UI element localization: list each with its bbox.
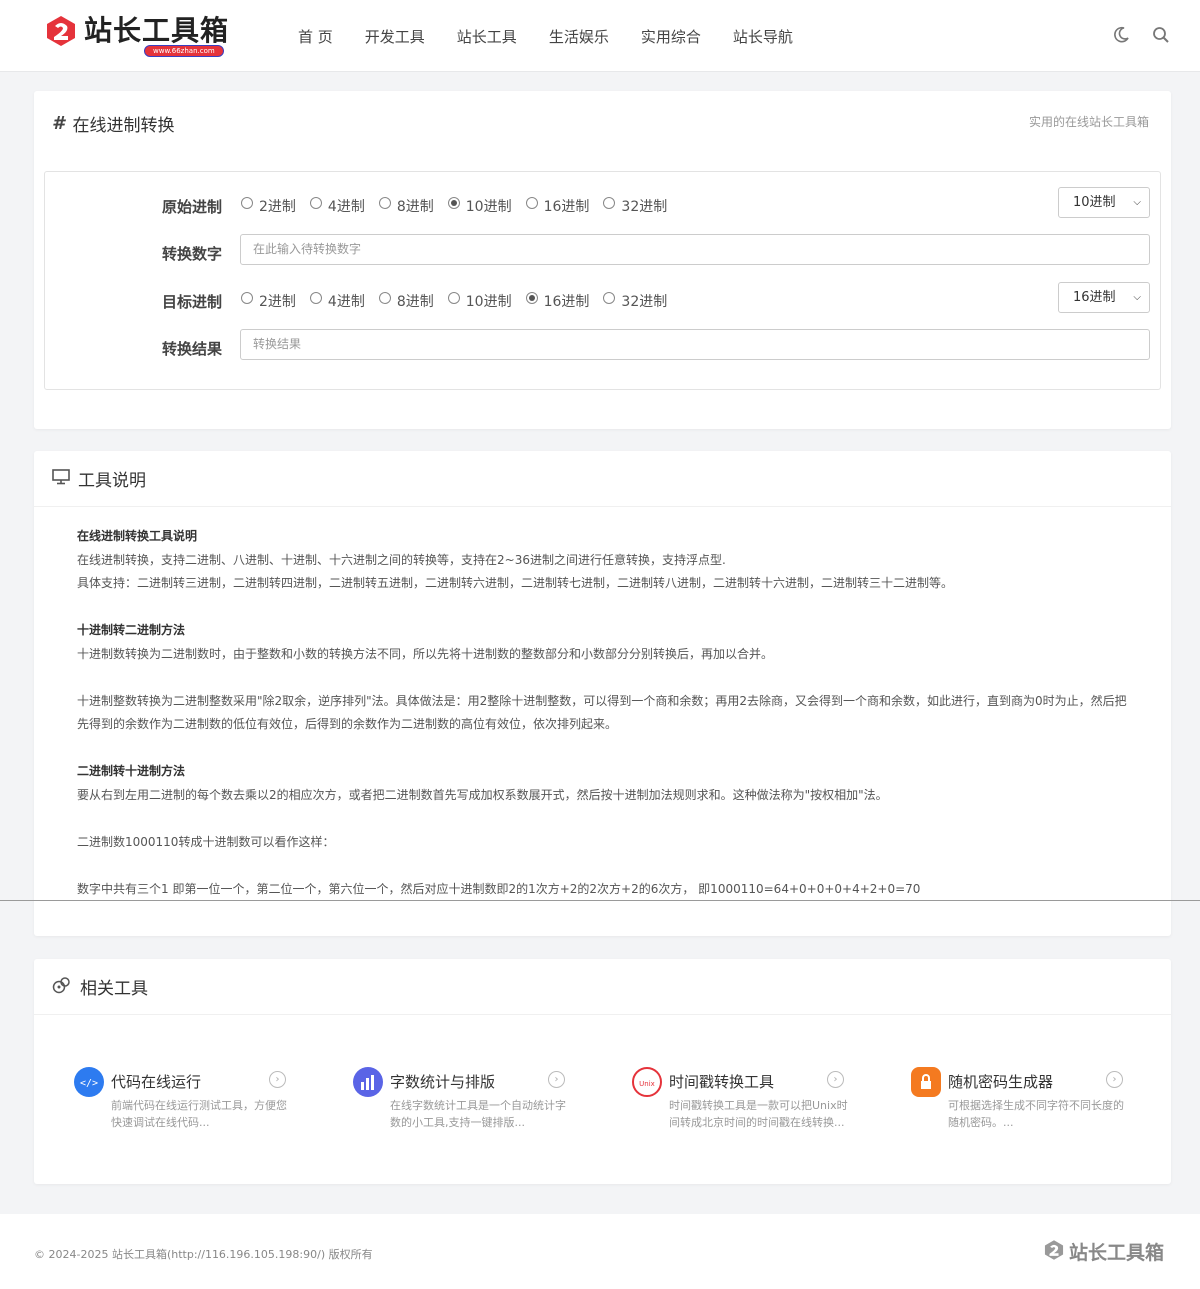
desc-heading-2: 十进制转二进制方法 xyxy=(77,623,186,637)
monitor-icon xyxy=(52,468,70,489)
source-base-radios: 2进制 4进制 8进制 10进制 16进制 32进制 xyxy=(241,196,681,216)
nav-home[interactable]: 首 页 xyxy=(298,26,333,47)
description-title: 工具说明 xyxy=(78,471,146,491)
related-title: 相关工具 xyxy=(80,979,148,999)
unix-clock-icon: Unix xyxy=(632,1067,662,1097)
result-output[interactable]: 转换结果 xyxy=(240,329,1150,360)
chevron-right-icon[interactable]: › xyxy=(548,1071,565,1088)
tool-timestamp[interactable]: Unix 时间戳转换工具 › 时间戳转换工具是一款可以把Unix时间转成北京时间… xyxy=(632,1067,911,1137)
divider-line xyxy=(0,900,1200,901)
tool-name[interactable]: 字数统计与排版 xyxy=(390,1071,495,1092)
tool-code-runner[interactable]: </> 代码在线运行 › 前端代码在线运行测试工具，方便您快速调试在线代码... xyxy=(74,1067,353,1137)
target-base-label: 目标进制 xyxy=(162,293,223,311)
desc-paragraph: 在线进制转换，支持二进制、八进制、十进制、十六进制之间的转换等，支持在2~36进… xyxy=(77,552,726,567)
chevron-down-icon: ⌵ xyxy=(1133,197,1141,208)
moon-icon[interactable] xyxy=(1112,26,1132,46)
svg-text:Unix: Unix xyxy=(639,1080,655,1088)
converter-card: # 在线进制转换 实用的在线站长工具箱 原始进制 2进制 4进制 8进制 10进… xyxy=(34,91,1171,429)
footer: © 2024-2025 站长工具箱(http://116.196.105.198… xyxy=(0,1214,1200,1289)
bar-chart-icon xyxy=(353,1067,383,1097)
converter-form: 原始进制 2进制 4进制 8进制 10进制 16进制 32进制 10进制 ⌵ 转… xyxy=(44,171,1161,390)
target-base-radios: 2进制 4进制 8进制 10进制 16进制 32进制 xyxy=(241,291,681,311)
tool-word-count[interactable]: 字数统计与排版 › 在线字数统计工具是一个自动统计字数的小工具,支持一键排版..… xyxy=(353,1067,632,1137)
nav-dev-tools[interactable]: 开发工具 xyxy=(365,26,425,47)
svg-text:</>: </> xyxy=(80,1078,98,1089)
target-radio-16[interactable]: 16进制 xyxy=(525,291,589,311)
main-nav: 首 页 开发工具 站长工具 生活娱乐 实用综合 站长导航 xyxy=(298,0,825,72)
hash-icon: # xyxy=(52,112,65,134)
nav-life-entertainment[interactable]: 生活娱乐 xyxy=(549,26,609,47)
copyright-text: © 2024-2025 站长工具箱(http://116.196.105.198… xyxy=(34,1248,373,1261)
chevron-right-icon[interactable]: › xyxy=(1106,1071,1123,1088)
number-input[interactable]: 在此输入待转换数字 xyxy=(240,234,1150,265)
source-radio-8[interactable]: 8进制 xyxy=(378,196,434,216)
logo-mark-icon xyxy=(44,14,78,48)
header: 站长工具箱 www.66zhan.com 首 页 开发工具 站长工具 生活娱乐 … xyxy=(0,0,1200,72)
tool-name[interactable]: 代码在线运行 xyxy=(111,1071,201,1092)
desc-paragraph: 数字中共有三个1 即第一位一个，第二位一个，第六位一个，然后对应十进制数即2的1… xyxy=(77,881,921,896)
tool-desc: 前端代码在线运行测试工具，方便您快速调试在线代码... xyxy=(111,1099,287,1129)
tool-name[interactable]: 时间戳转换工具 xyxy=(669,1071,774,1092)
desc-paragraph: 二进制数1000110转成十进制数可以看作这样： xyxy=(77,834,335,849)
description-body: 在线进制转换工具说明 在线进制转换，支持二进制、八进制、十进制、十六进制之间的转… xyxy=(77,525,1137,901)
tool-desc: 在线字数统计工具是一个自动统计字数的小工具,支持一键排版... xyxy=(390,1099,566,1129)
result-label: 转换结果 xyxy=(162,340,223,358)
desc-heading-3: 二进制转十进制方法 xyxy=(77,764,186,778)
target-radio-4[interactable]: 4进制 xyxy=(309,291,365,311)
source-radio-4[interactable]: 4进制 xyxy=(309,196,365,216)
tool-desc: 时间戳转换工具是一款可以把Unix时间转成北京时间的时间戳在线转换... xyxy=(669,1099,848,1129)
converter-subtitle: 实用的在线站长工具箱 xyxy=(1028,115,1149,129)
target-base-select[interactable]: 16进制 ⌵ xyxy=(1058,282,1150,313)
nav-practical[interactable]: 实用综合 xyxy=(641,26,701,47)
search-icon[interactable] xyxy=(1152,26,1172,46)
desc-heading-1: 在线进制转换工具说明 xyxy=(77,529,198,543)
nav-webmaster-tools[interactable]: 站长工具 xyxy=(457,26,517,47)
related-tools-list: </> 代码在线运行 › 前端代码在线运行测试工具，方便您快速调试在线代码...… xyxy=(74,1067,1190,1137)
chevron-right-icon[interactable]: › xyxy=(269,1071,286,1088)
desc-paragraph: 要从右到左用二进制的每个数去乘以2的相应次方，或者把二进制数首先写成加权系数展开… xyxy=(77,787,888,802)
tool-name[interactable]: 随机密码生成器 xyxy=(948,1071,1053,1092)
logo-title: 站长工具箱 xyxy=(84,14,230,47)
logo-url: www.66zhan.com xyxy=(144,45,224,57)
nav-webmaster-navigation[interactable]: 站长导航 xyxy=(733,26,793,47)
converter-title: 在线进制转换 xyxy=(72,115,175,136)
target-radio-2[interactable]: 2进制 xyxy=(241,291,296,311)
target-radio-10[interactable]: 10进制 xyxy=(447,291,512,311)
number-label: 转换数字 xyxy=(162,245,223,263)
chevron-down-icon: ⌵ xyxy=(1133,292,1141,303)
desc-paragraph: 具体支持：二进制转三进制，二进制转四进制，二进制转五进制，二进制转六进制，二进制… xyxy=(77,576,954,590)
desc-paragraph: 十进制整数转换为二进制整数采用"除2取余，逆序排列"法。具体做法是：用2整除十进… xyxy=(77,693,1127,732)
footer-logo[interactable]: 站长工具箱 xyxy=(1043,1238,1164,1265)
chevron-right-icon[interactable]: › xyxy=(827,1071,844,1088)
source-base-label: 原始进制 xyxy=(162,198,223,216)
desc-paragraph: 十进制数转换为二进制数时，由于整数和小数的转换方法不同，所以先将十进制数的整数部… xyxy=(77,646,774,661)
source-radio-16[interactable]: 16进制 xyxy=(525,196,589,216)
logo-mark-icon xyxy=(1043,1239,1065,1265)
site-logo[interactable]: 站长工具箱 www.66zhan.com xyxy=(44,14,230,57)
source-radio-10[interactable]: 10进制 xyxy=(447,196,512,216)
footer-logo-title: 站长工具箱 xyxy=(1068,1242,1164,1264)
source-base-select[interactable]: 10进制 ⌵ xyxy=(1058,187,1150,218)
description-card: 工具说明 在线进制转换工具说明 在线进制转换，支持二进制、八进制、十进制、十六进… xyxy=(34,451,1171,936)
related-tools-card: 相关工具 </> 代码在线运行 › 前端代码在线运行测试工具，方便您快速调试在线… xyxy=(34,959,1171,1184)
source-radio-2[interactable]: 2进制 xyxy=(241,196,296,216)
target-radio-32[interactable]: 32进制 xyxy=(603,291,667,311)
tool-desc: 可根据选择生成不同字符不同长度的随机密码。... xyxy=(948,1099,1124,1129)
source-radio-32[interactable]: 32进制 xyxy=(603,196,667,216)
tool-password-generator[interactable]: 随机密码生成器 › 可根据选择生成不同字符不同长度的随机密码。... xyxy=(911,1067,1190,1137)
lock-icon xyxy=(911,1067,941,1097)
code-icon: </> xyxy=(74,1067,104,1097)
target-radio-8[interactable]: 8进制 xyxy=(378,291,434,311)
tools-cluster-icon xyxy=(52,976,72,998)
